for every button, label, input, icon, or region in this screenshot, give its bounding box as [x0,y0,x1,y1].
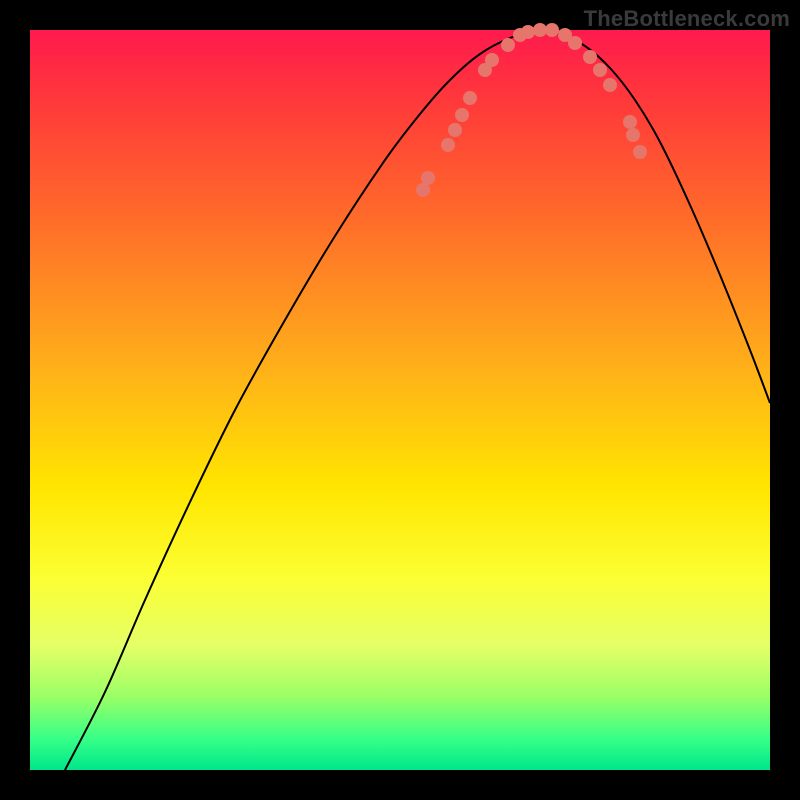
data-dot [455,108,469,122]
data-dot [441,138,455,152]
data-dot [593,63,607,77]
data-dot [448,123,462,137]
bottleneck-curve-line [65,32,770,770]
data-dot [521,25,535,39]
data-dot [501,38,515,52]
data-dot [626,128,640,142]
data-dot [583,50,597,64]
data-dot [533,23,547,37]
data-dot [603,78,617,92]
watermark-text: TheBottleneck.com [584,6,790,32]
data-dot [416,183,430,197]
data-dot [545,23,559,37]
data-dot [485,53,499,67]
data-dot-group [416,23,647,197]
bottleneck-chart [30,30,770,770]
data-dot [633,145,647,159]
data-dot [421,171,435,185]
data-dot [568,36,582,50]
data-dot [463,91,477,105]
data-dot [623,115,637,129]
